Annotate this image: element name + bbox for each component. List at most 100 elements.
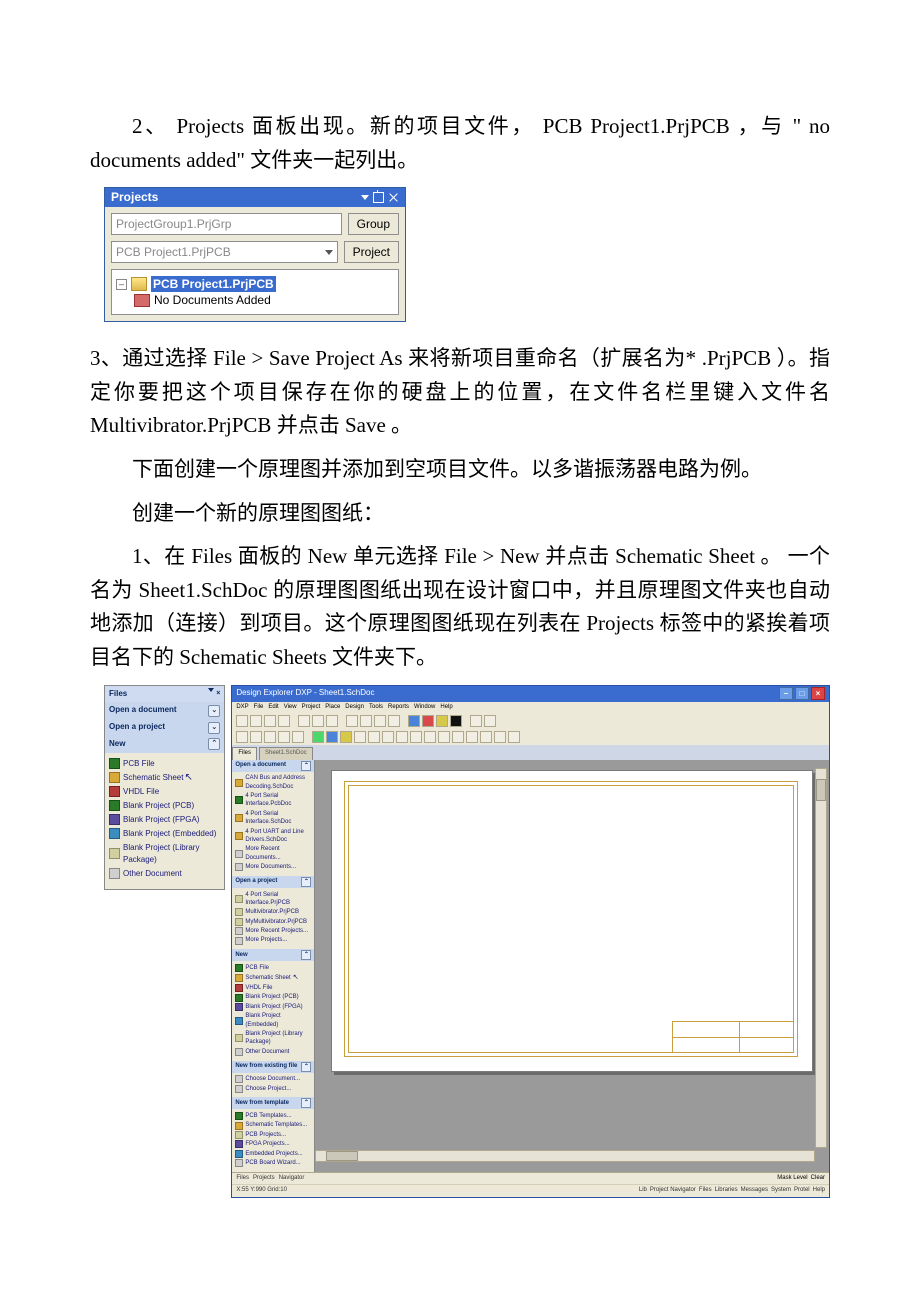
mask-level-link[interactable]: Mask Level bbox=[777, 1174, 807, 1184]
side-open-project[interactable]: Open a project ⌃ bbox=[232, 876, 314, 888]
list-item[interactable]: PCB Board Wizard... bbox=[235, 1158, 311, 1167]
toolbar-button[interactable] bbox=[396, 731, 408, 743]
scrollbar-thumb[interactable] bbox=[816, 779, 826, 801]
toolbar-button[interactable] bbox=[298, 715, 310, 727]
toolbar-button[interactable] bbox=[466, 731, 478, 743]
menu-dxp[interactable]: DXP bbox=[236, 703, 248, 713]
toolbar-button[interactable] bbox=[292, 731, 304, 743]
toolbar-button[interactable] bbox=[326, 715, 338, 727]
dxp-menubar[interactable]: DXP File Edit View Project Place Design … bbox=[232, 702, 829, 714]
side-new-existing[interactable]: New from existing file ⌃ bbox=[232, 1061, 314, 1073]
panel-tab-files[interactable]: Files bbox=[236, 1174, 249, 1184]
menu-place[interactable]: Place bbox=[325, 703, 340, 713]
side-new-template[interactable]: New from template ⌃ bbox=[232, 1097, 314, 1109]
file-new-other[interactable]: Other Document bbox=[109, 867, 220, 881]
list-item[interactable]: Blank Project (PCB) bbox=[235, 993, 311, 1002]
list-item[interactable]: 4 Port Serial Interface.SchDoc bbox=[235, 809, 311, 827]
panel-tab-projects[interactable]: Projects bbox=[253, 1174, 275, 1184]
project-dropdown[interactable]: PCB Project1.PrjPCB bbox=[111, 241, 338, 263]
toolbar-button[interactable] bbox=[424, 731, 436, 743]
menu-project[interactable]: Project bbox=[302, 703, 321, 713]
toolbar-button[interactable] bbox=[326, 731, 338, 743]
list-item[interactable]: PCB Projects... bbox=[235, 1130, 311, 1139]
toolbar-button[interactable] bbox=[346, 715, 358, 727]
toolbar-button[interactable] bbox=[312, 731, 324, 743]
file-new-blank-library[interactable]: Blank Project (Library Package) bbox=[109, 841, 220, 867]
section-new[interactable]: New ⌃ bbox=[105, 736, 224, 753]
toolbar-button[interactable] bbox=[494, 731, 506, 743]
list-item[interactable]: Blank Project (Library Package) bbox=[235, 1030, 311, 1048]
toolbar-button[interactable] bbox=[250, 715, 262, 727]
menu-view[interactable]: View bbox=[284, 703, 297, 713]
list-item[interactable]: Choose Document... bbox=[235, 1075, 311, 1084]
toolbar-button[interactable] bbox=[368, 731, 380, 743]
panel-tab-navigator[interactable]: Navigator bbox=[279, 1174, 305, 1184]
tab-files[interactable]: Files bbox=[232, 747, 257, 760]
toolbar-button[interactable] bbox=[470, 715, 482, 727]
toolbar-button[interactable] bbox=[340, 731, 352, 743]
list-item[interactable]: Multivibrator.PrjPCB bbox=[235, 908, 311, 917]
list-item[interactable]: Embedded Projects... bbox=[235, 1149, 311, 1158]
list-item[interactable]: 4 Port UART and Line Drivers.SchDoc bbox=[235, 827, 311, 845]
panel-menu-icon[interactable] bbox=[361, 195, 369, 200]
section-open-project[interactable]: Open a project ⌄ bbox=[105, 719, 224, 736]
list-item[interactable]: MyMultivibrator.PrjPCB bbox=[235, 917, 311, 926]
menu-design[interactable]: Design bbox=[345, 703, 364, 713]
list-item[interactable]: 4 Port Serial Interface.PrjPCB bbox=[235, 890, 311, 908]
pin-icon[interactable] bbox=[373, 192, 384, 203]
menu-window[interactable]: Window bbox=[414, 703, 435, 713]
file-new-vhdl[interactable]: VHDL File bbox=[109, 785, 220, 799]
toolbar-button[interactable] bbox=[312, 715, 324, 727]
maximize-icon[interactable]: □ bbox=[795, 687, 809, 700]
status-link[interactable]: Project Navigator bbox=[650, 1186, 696, 1196]
file-new-pcb[interactable]: PCB File bbox=[109, 757, 220, 771]
file-new-blank-fpga[interactable]: Blank Project (FPGA) bbox=[109, 813, 220, 827]
tree-project-row[interactable]: – PCB Project1.PrjPCB bbox=[116, 276, 394, 292]
list-item[interactable]: 4 Port Serial Interface.PcbDoc bbox=[235, 792, 311, 810]
list-item[interactable]: PCB File bbox=[235, 963, 311, 972]
toolbar-button[interactable] bbox=[438, 731, 450, 743]
toolbar-button[interactable] bbox=[450, 715, 462, 727]
toolbar-button[interactable] bbox=[410, 731, 422, 743]
menu-reports[interactable]: Reports bbox=[388, 703, 409, 713]
toolbar-button[interactable] bbox=[236, 715, 248, 727]
list-item[interactable]: More Documents... bbox=[235, 863, 311, 872]
group-dropdown[interactable]: ProjectGroup1.PrjGrp bbox=[111, 213, 342, 235]
tree-collapse-icon[interactable]: – bbox=[116, 279, 127, 290]
toolbar-button[interactable] bbox=[422, 715, 434, 727]
toolbar-button[interactable] bbox=[278, 731, 290, 743]
toolbar-button[interactable] bbox=[360, 715, 372, 727]
list-item[interactable]: Other Document bbox=[235, 1047, 311, 1056]
file-new-schematic[interactable]: Schematic Sheet ↖ bbox=[109, 771, 220, 785]
status-link[interactable]: Libraries bbox=[715, 1186, 738, 1196]
toolbar-button[interactable] bbox=[408, 715, 420, 727]
toolbar-button[interactable] bbox=[382, 731, 394, 743]
list-item[interactable]: More Recent Documents... bbox=[235, 845, 311, 863]
scrollbar-thumb[interactable] bbox=[326, 1151, 358, 1161]
toolbar-button[interactable] bbox=[480, 731, 492, 743]
minimize-icon[interactable]: – bbox=[779, 687, 793, 700]
list-item[interactable]: Choose Project... bbox=[235, 1084, 311, 1093]
status-link[interactable]: Messages bbox=[741, 1186, 768, 1196]
close-icon[interactable]: × bbox=[216, 688, 220, 699]
menu-tools[interactable]: Tools bbox=[369, 703, 383, 713]
close-icon[interactable]: × bbox=[811, 687, 825, 700]
list-item[interactable]: PCB Templates... bbox=[235, 1111, 311, 1120]
file-new-blank-embedded[interactable]: Blank Project (Embedded) bbox=[109, 827, 220, 841]
list-item[interactable]: CAN Bus and Address Decoding.SchDoc bbox=[235, 774, 311, 792]
tab-sheet[interactable]: Sheet1.SchDoc bbox=[259, 747, 313, 760]
toolbar-button[interactable] bbox=[236, 731, 248, 743]
toolbar-button[interactable] bbox=[264, 715, 276, 727]
list-item[interactable]: More Projects... bbox=[235, 936, 311, 945]
menu-help[interactable]: Help bbox=[440, 703, 452, 713]
toolbar-button[interactable] bbox=[278, 715, 290, 727]
list-item[interactable]: Blank Project (Embedded) bbox=[235, 1012, 311, 1030]
section-open-document[interactable]: Open a document ⌄ bbox=[105, 702, 224, 719]
toolbar-button[interactable] bbox=[484, 715, 496, 727]
menu-edit[interactable]: Edit bbox=[268, 703, 278, 713]
clear-link[interactable]: Clear bbox=[811, 1174, 825, 1184]
status-link[interactable]: Protel bbox=[794, 1186, 810, 1196]
toolbar-button[interactable] bbox=[452, 731, 464, 743]
list-item[interactable]: Schematic Sheet↖ bbox=[235, 973, 311, 984]
list-item[interactable]: FPGA Projects... bbox=[235, 1140, 311, 1149]
